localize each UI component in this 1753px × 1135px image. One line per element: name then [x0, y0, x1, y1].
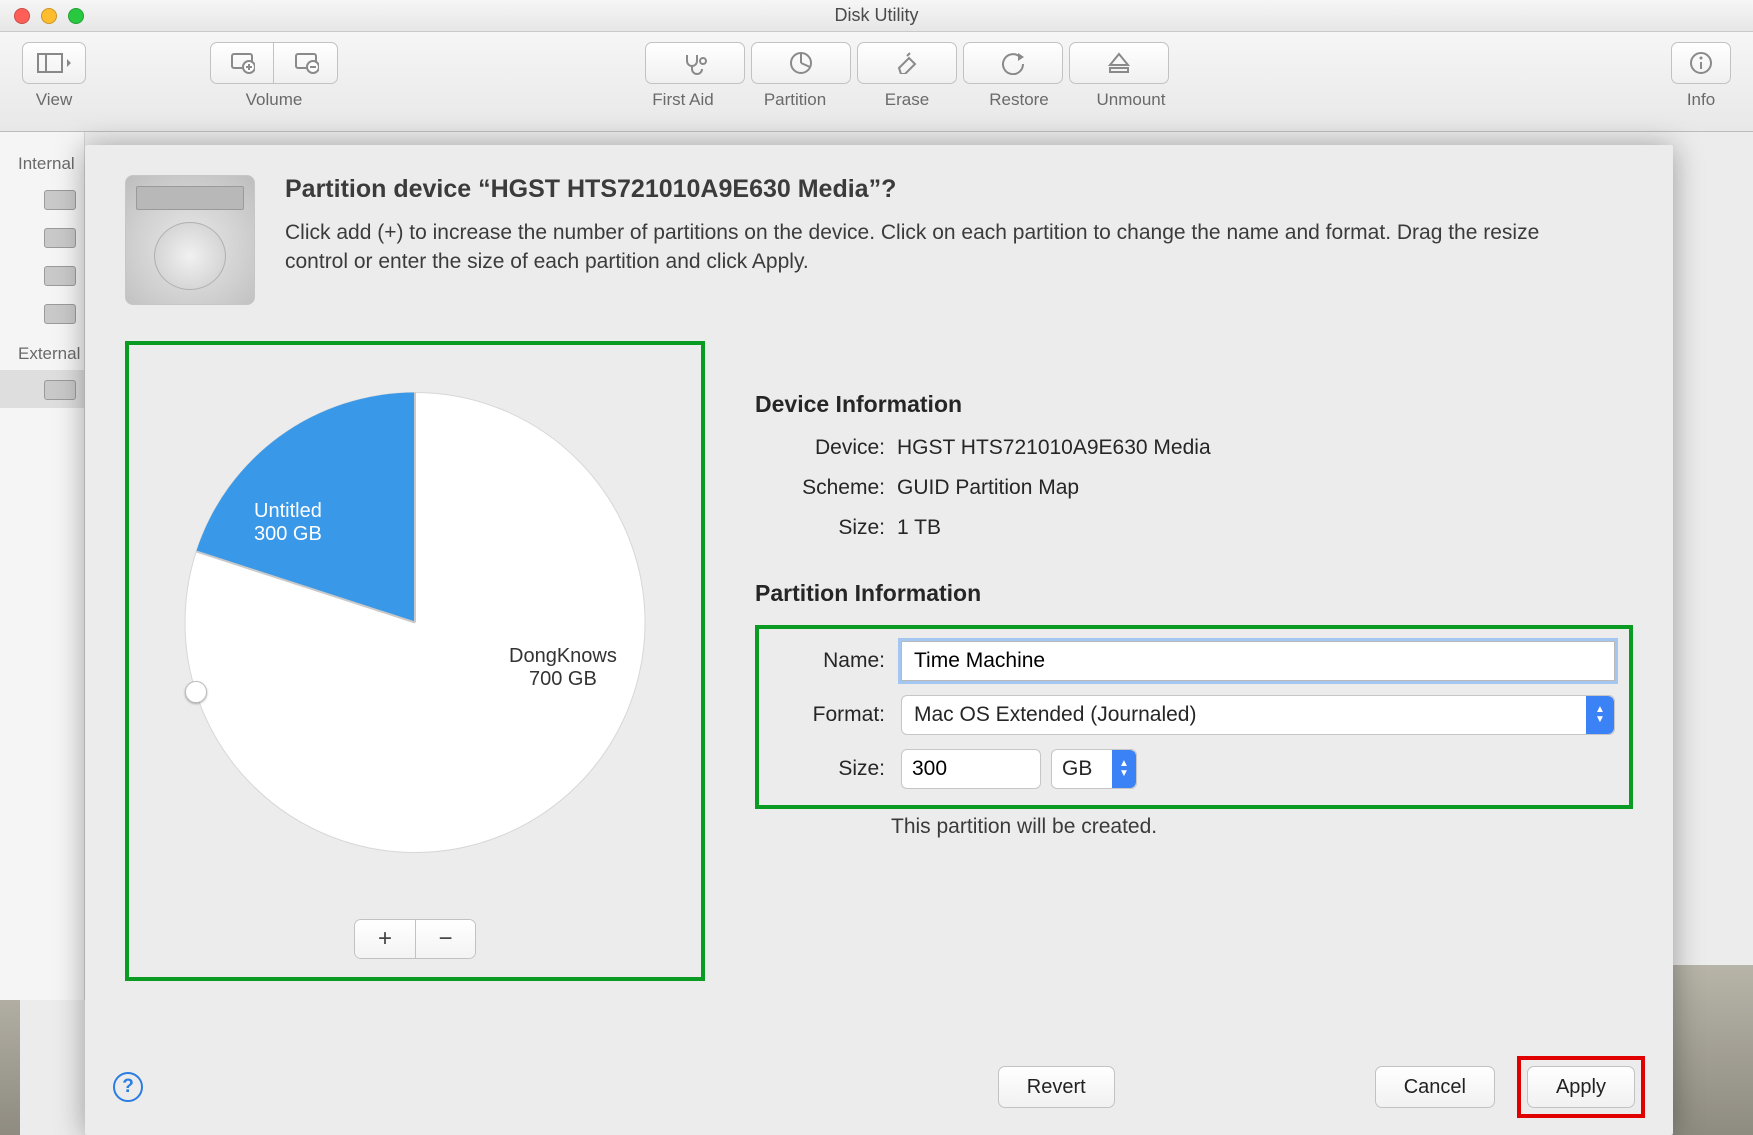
device-value: HGST HTS721010A9E630 Media [897, 436, 1633, 460]
size-unit-select[interactable]: GB ▲▼ [1051, 749, 1137, 789]
pie-icon [788, 50, 814, 76]
add-remove-segmented: + − [354, 919, 476, 959]
scheme-value: GUID Partition Map [897, 476, 1633, 500]
partition-size-input[interactable] [901, 749, 1041, 789]
sidebar-disk-internal-1[interactable] [0, 218, 84, 256]
sidebar-disk-external-0[interactable] [0, 370, 84, 408]
pie-slice-untitled-name: Untitled [254, 500, 322, 523]
partition-form: Name: Format: Mac OS Extended (Journaled… [755, 625, 1633, 809]
first-aid-label: First Aid [633, 90, 733, 110]
window-close-button[interactable] [14, 8, 30, 24]
info-button[interactable] [1671, 42, 1731, 84]
erase-button[interactable] [857, 42, 957, 84]
sidebar-disk-internal-0[interactable] [0, 180, 84, 218]
chevron-updown-icon: ▲▼ [1112, 750, 1136, 788]
view-mode-button[interactable] [22, 42, 86, 84]
erase-label: Erase [857, 90, 957, 110]
sheet-footer: ? Revert Cancel Apply [85, 1039, 1673, 1135]
desktop-background [1663, 965, 1753, 1135]
cancel-button[interactable]: Cancel [1375, 1066, 1495, 1108]
volume-add-button[interactable] [210, 42, 274, 84]
harddrive-icon [125, 175, 255, 305]
sidebar-section-internal: Internal [0, 142, 84, 180]
stethoscope-icon [681, 51, 709, 75]
sheet-subtext: Click add (+) to increase the number of … [285, 218, 1565, 277]
help-button[interactable]: ? [113, 1072, 143, 1102]
partition-pie-panel: Untitled 300 GB DongKnows 700 GB + − [125, 341, 705, 981]
restore-label: Restore [969, 90, 1069, 110]
info-label: Info [1687, 90, 1715, 110]
device-info-heading: Device Information [755, 391, 1633, 418]
volume-remove-icon [293, 51, 319, 75]
scheme-label: Scheme: [755, 476, 885, 500]
sidebar-disk-internal-2[interactable] [0, 256, 84, 294]
size-unit-value: GB [1062, 757, 1092, 781]
name-label: Name: [765, 649, 885, 673]
partition-info-heading: Partition Information [755, 580, 1633, 607]
window-title: Disk Utility [835, 5, 919, 26]
remove-partition-button[interactable]: − [415, 920, 475, 958]
pie-slice-untitled-label: Untitled 300 GB [254, 500, 322, 546]
partition-label: Partition [745, 90, 845, 110]
sidebar: Internal External [0, 132, 85, 1000]
window-minimize-button[interactable] [41, 8, 57, 24]
psize-label: Size: [765, 757, 885, 781]
size-label: Size: [755, 516, 885, 540]
volume-remove-button[interactable] [274, 42, 338, 84]
volume-add-icon [229, 51, 255, 75]
info-panel: Device Information Device: HGST HTS721010… [755, 341, 1633, 981]
partition-button[interactable] [751, 42, 851, 84]
unmount-label: Unmount [1081, 90, 1181, 110]
partition-pie-chart[interactable] [180, 388, 650, 858]
partition-name-input[interactable] [901, 641, 1615, 681]
partition-status-text: This partition will be created. [755, 815, 1633, 839]
restore-button[interactable] [963, 42, 1063, 84]
pie-resize-handle[interactable] [185, 681, 207, 703]
sidebar-section-external: External [0, 332, 84, 370]
view-label: View [36, 90, 73, 110]
partition-sheet: Partition device “HGST HTS721010A9E630 M… [85, 145, 1673, 1135]
add-partition-button[interactable]: + [355, 920, 415, 958]
pie-slice-main-name: DongKnows [509, 645, 617, 668]
eraser-icon [893, 52, 921, 74]
window-zoom-button[interactable] [68, 8, 84, 24]
restore-icon [1000, 51, 1026, 75]
eject-icon [1107, 51, 1131, 75]
volume-label: Volume [246, 90, 303, 110]
revert-button[interactable]: Revert [998, 1066, 1115, 1108]
pie-slice-main-label: DongKnows 700 GB [509, 645, 617, 691]
format-select[interactable]: Mac OS Extended (Journaled) ▲▼ [901, 695, 1615, 735]
window-titlebar: Disk Utility [0, 0, 1753, 32]
size-value: 1 TB [897, 516, 1633, 540]
unmount-button[interactable] [1069, 42, 1169, 84]
toolbar: View Volume First Aid [0, 32, 1753, 132]
chevron-updown-icon: ▲▼ [1586, 696, 1614, 734]
first-aid-button[interactable] [645, 42, 745, 84]
apply-button[interactable]: Apply [1527, 1066, 1635, 1108]
sidebar-icon [37, 53, 71, 73]
sheet-heading: Partition device “HGST HTS721010A9E630 M… [285, 175, 1565, 204]
pie-slice-untitled-size: 300 GB [254, 523, 322, 546]
info-icon [1689, 51, 1713, 75]
sidebar-disk-internal-3[interactable] [0, 294, 84, 332]
format-select-value: Mac OS Extended (Journaled) [914, 703, 1196, 727]
device-label: Device: [755, 436, 885, 460]
pie-slice-main-size: 700 GB [509, 668, 617, 691]
format-label: Format: [765, 703, 885, 727]
